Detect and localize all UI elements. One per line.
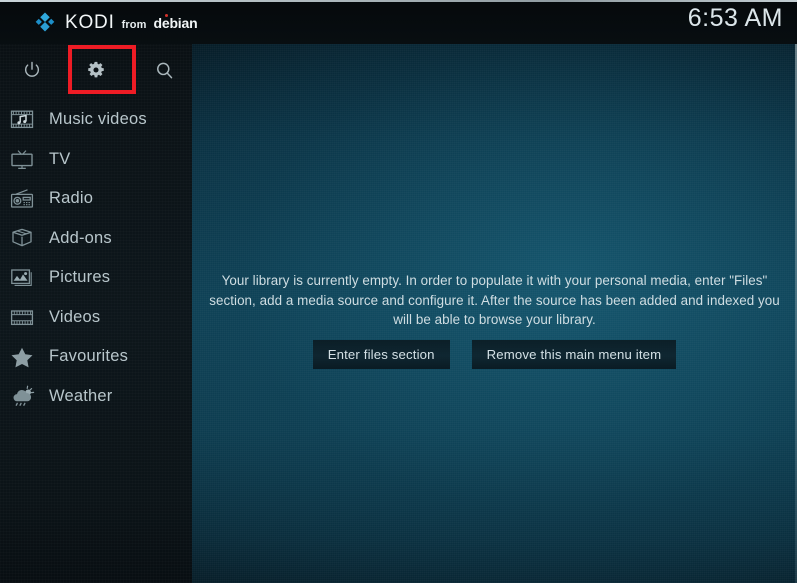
sidebar-item-add-ons[interactable]: Add-ons <box>0 219 192 259</box>
clock: 6:53 AM <box>687 4 783 32</box>
brand-distro-label: debian <box>153 13 198 31</box>
brand-distro-text: debian <box>153 14 198 31</box>
sidebar-item-label: Radio <box>49 189 94 208</box>
search-icon <box>154 60 175 81</box>
toolbar <box>0 46 192 94</box>
sidebar-item-label: Favourites <box>49 347 129 366</box>
weather-cloud-rain-icon <box>7 383 37 409</box>
gear-icon <box>86 60 106 80</box>
pictures-icon <box>7 265 37 291</box>
radio-icon <box>7 186 37 212</box>
kodi-diamond-logo-icon <box>34 11 56 33</box>
remove-main-menu-item-button[interactable]: Remove this main menu item <box>471 340 677 369</box>
sidebar-item-label: Add-ons <box>49 228 112 247</box>
window-top-border <box>0 0 797 2</box>
sidebar-item-weather[interactable]: Weather <box>0 377 192 417</box>
videos-filmstrip-icon <box>7 304 37 330</box>
sidebar-item-videos[interactable]: Videos <box>0 298 192 338</box>
brand-from-label: from <box>121 18 147 31</box>
music-videos-icon <box>7 107 37 133</box>
empty-library-message: Your library is currently empty. In orde… <box>209 273 780 327</box>
sidebar-item-radio[interactable]: Radio <box>0 179 192 219</box>
tv-icon <box>7 146 37 172</box>
settings-button[interactable] <box>72 46 120 94</box>
sidebar-item-label: Weather <box>49 386 113 405</box>
sidebar-item-label: Music videos <box>49 110 147 129</box>
sidebar-item-label: TV <box>49 149 71 168</box>
sidebar-item-pictures[interactable]: Pictures <box>0 258 192 298</box>
sidebar-item-tv[interactable]: TV <box>0 140 192 180</box>
empty-library-actions: Enter files section Remove this main men… <box>192 340 797 369</box>
main-menu: Music videos TV Radio Add-ons Pictures V… <box>0 100 192 416</box>
empty-library-panel: Your library is currently empty. In orde… <box>192 0 797 583</box>
sidebar-item-music-videos[interactable]: Music videos <box>0 100 192 140</box>
enter-files-section-button[interactable]: Enter files section <box>312 340 450 369</box>
power-icon <box>22 60 42 80</box>
kodi-app-window: KODI from debian 6:53 AM Music videos TV… <box>0 0 797 583</box>
search-button[interactable] <box>140 46 188 94</box>
sidebar-item-label: Pictures <box>49 268 111 287</box>
sidebar-item-label: Videos <box>49 307 101 326</box>
debian-swirl-dot-icon <box>164 13 168 17</box>
star-icon <box>7 344 37 370</box>
power-button[interactable] <box>8 46 56 94</box>
addons-box-icon <box>7 225 37 251</box>
brand-logo: KODI from debian <box>34 11 198 33</box>
brand-name-kodi: KODI <box>65 11 115 33</box>
sidebar-item-favourites[interactable]: Favourites <box>0 337 192 377</box>
